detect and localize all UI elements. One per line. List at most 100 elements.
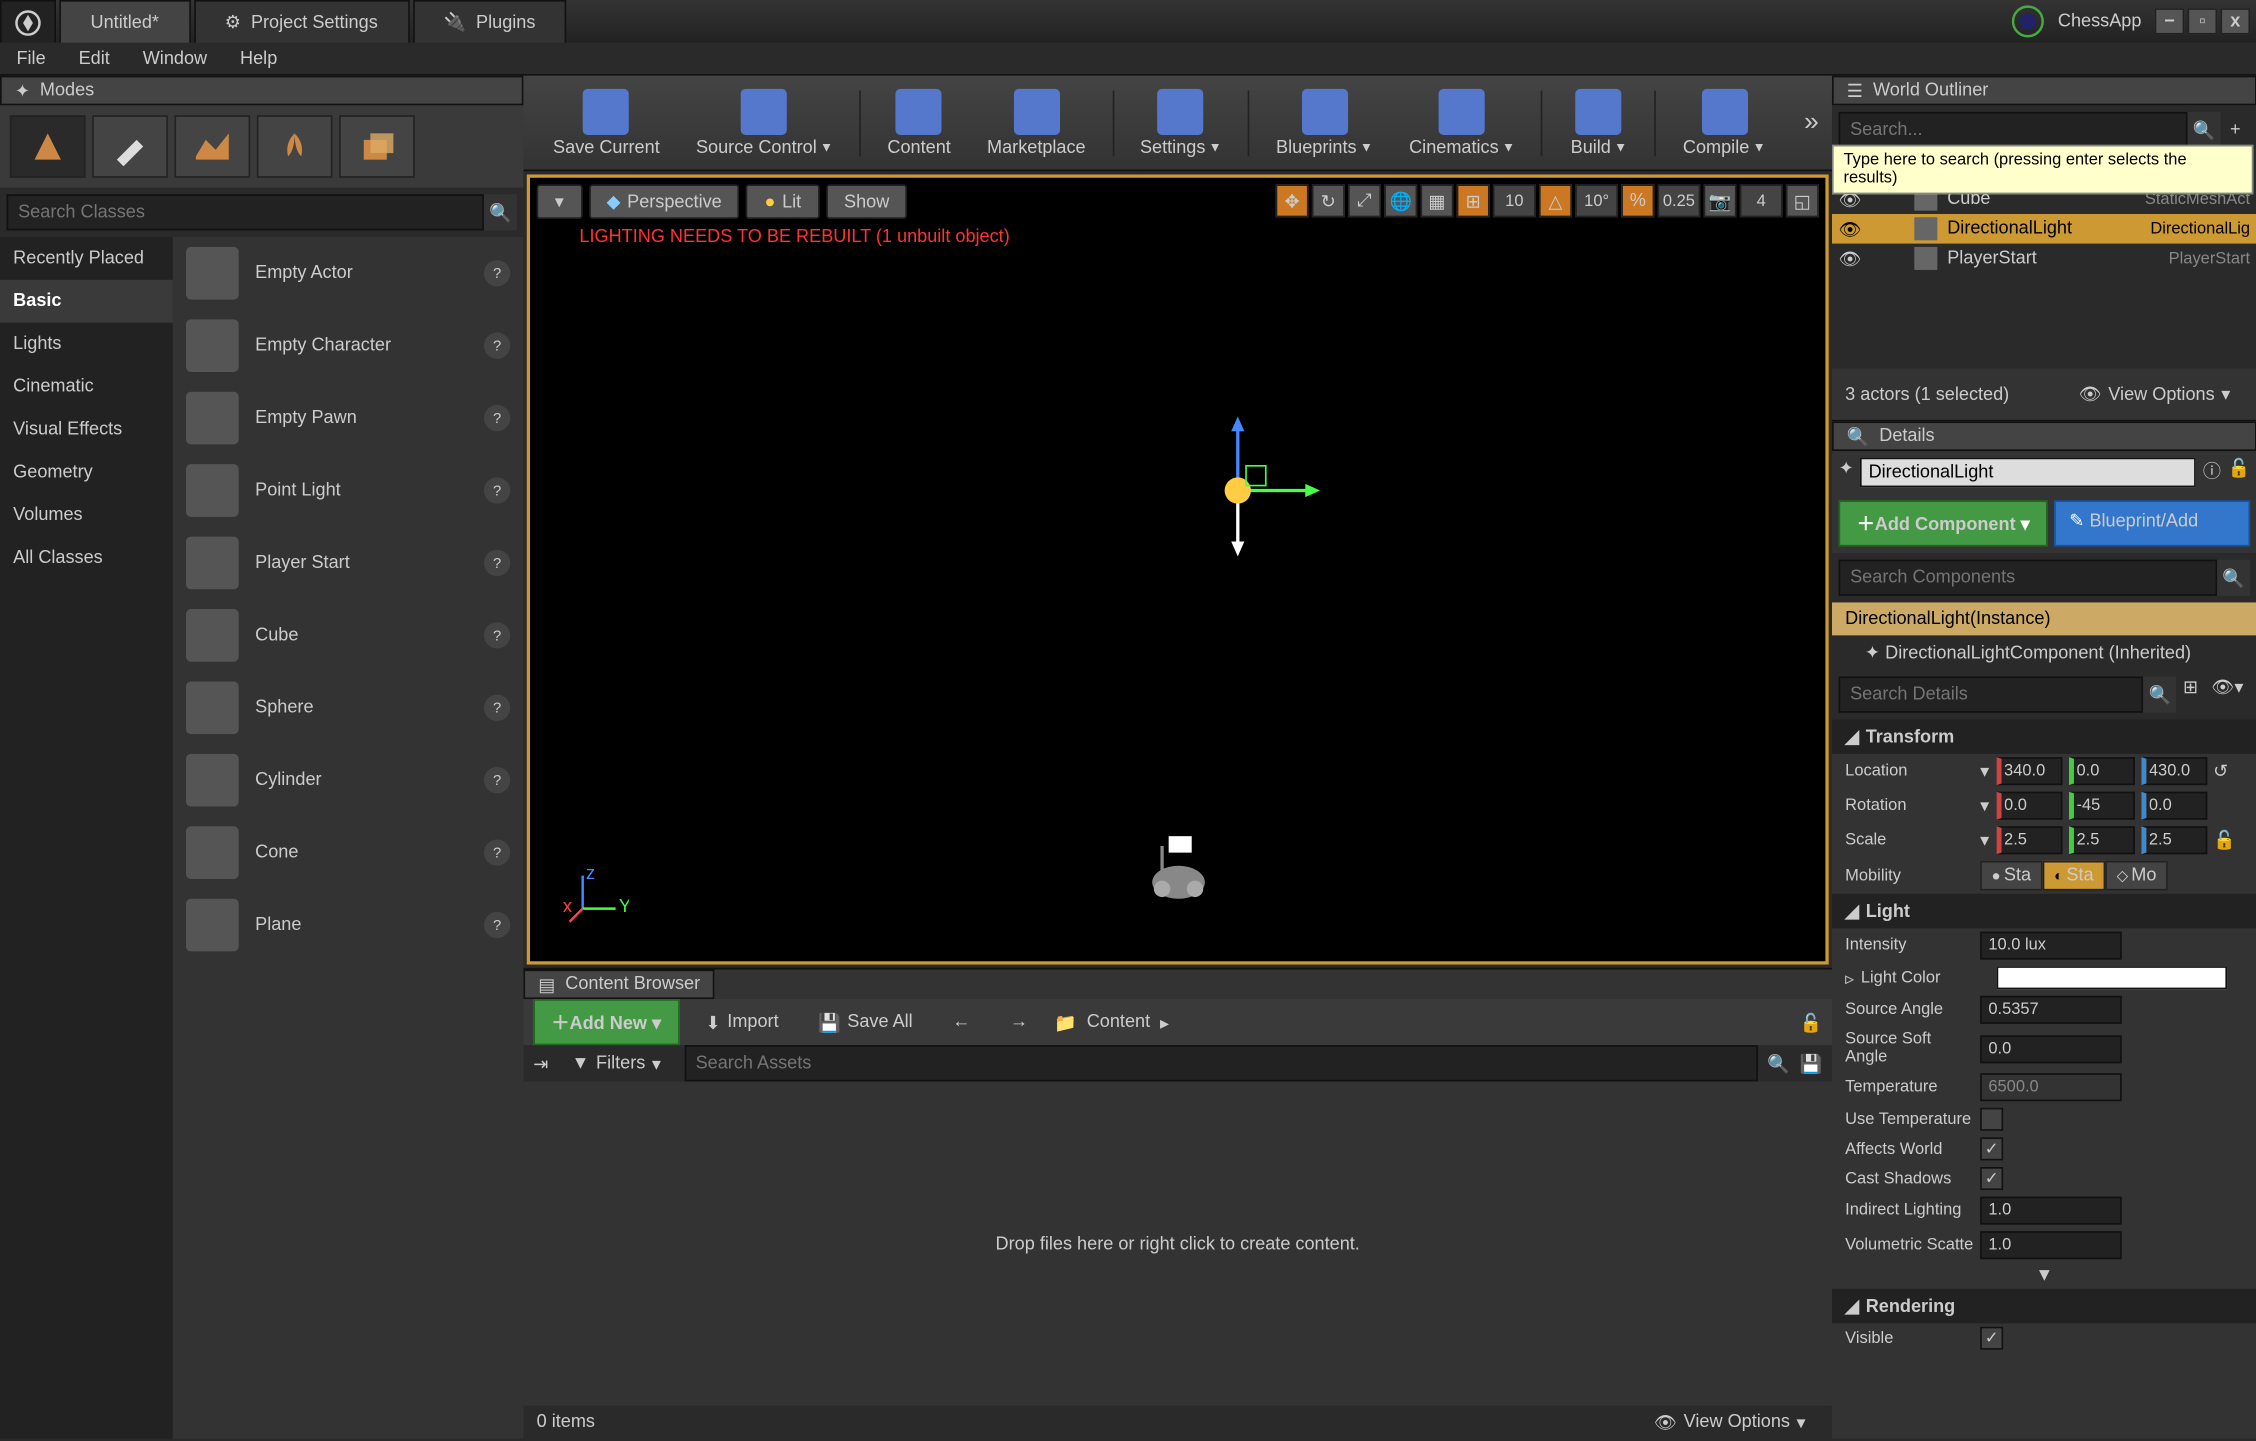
info-icon[interactable]: ? [484, 767, 510, 793]
info-icon[interactable]: ? [484, 332, 510, 358]
player-start-actor[interactable] [1139, 830, 1221, 912]
info-icon[interactable]: ? [484, 695, 510, 721]
source-angle-input[interactable] [1980, 996, 2122, 1024]
scale-y[interactable] [2068, 826, 2134, 854]
outliner-row-playerstart[interactable]: 👁PlayerStartPlayerStart [1832, 244, 2256, 274]
info-icon[interactable]: ? [484, 622, 510, 648]
tab-plugins[interactable]: 🔌Plugins [412, 0, 566, 43]
search-icon[interactable]: 🔍 [2144, 677, 2177, 713]
property-matrix-icon[interactable]: ⊞ [2176, 677, 2204, 713]
search-components-input[interactable] [1839, 560, 2218, 596]
lock-icon[interactable]: 🔓 [1800, 1011, 1823, 1032]
menu-window[interactable]: Window [126, 49, 223, 69]
placeable-cube[interactable]: Cube? [173, 599, 524, 671]
info-icon[interactable]: ? [484, 839, 510, 865]
category-visual-effects[interactable]: Visual Effects [0, 408, 173, 451]
category-geometry[interactable]: Geometry [0, 451, 173, 494]
indirect-input[interactable] [1980, 1197, 2122, 1225]
blueprint-button[interactable]: ✎ Blueprint/Add [2054, 500, 2250, 546]
mobility-static[interactable]: ● Sta [1980, 861, 2042, 891]
info-icon[interactable]: ? [484, 550, 510, 576]
category-lights[interactable]: Lights [0, 323, 173, 366]
details-tab[interactable]: 🔍Details [1832, 421, 2256, 451]
import-button[interactable]: ⬇Import [692, 1003, 791, 1041]
view-options-button[interactable]: 👁View Options▾ [1641, 1403, 1819, 1441]
placeable-empty-pawn[interactable]: Empty Pawn? [173, 382, 524, 454]
outliner-search-input[interactable] [1839, 112, 2188, 148]
tool-source-control[interactable]: Source Control▼ [679, 88, 849, 157]
cast-shadows-checkbox[interactable]: ✓ [1980, 1167, 2003, 1190]
filters-button[interactable]: ▼Filters▾ [558, 1044, 674, 1082]
angle-snap-value[interactable]: 10° [1575, 184, 1618, 217]
rotation-x[interactable] [1996, 792, 2062, 820]
ue-logo[interactable] [0, 0, 56, 43]
save-all-button[interactable]: 💾Save All [805, 1003, 926, 1041]
grid-snap-icon[interactable]: ⊞ [1457, 184, 1490, 217]
placeable-point-light[interactable]: Point Light? [173, 454, 524, 526]
save-search-icon[interactable]: 💾 [1800, 1053, 1823, 1074]
placeable-cone[interactable]: Cone? [173, 816, 524, 888]
modes-tab[interactable]: ✦Modes [0, 76, 523, 106]
placeable-cylinder[interactable]: Cylinder? [173, 744, 524, 816]
grid-snap-value[interactable]: 10 [1493, 184, 1536, 217]
nav-back[interactable]: ← [939, 1004, 983, 1040]
add-new-button[interactable]: ＋Add New ▾ [533, 999, 679, 1045]
volumetric-input[interactable] [1980, 1231, 2122, 1259]
temperature-input[interactable] [1980, 1073, 2122, 1101]
use-temp-checkbox[interactable] [1980, 1108, 2003, 1131]
transform-section[interactable]: ◢Transform [1832, 719, 2256, 754]
expand-section[interactable]: ▼ [1832, 1262, 2256, 1288]
breadcrumb[interactable]: 📁Content▸ [1054, 1011, 1169, 1032]
info-icon[interactable]: ? [484, 477, 510, 503]
search-details-input[interactable] [1839, 677, 2144, 713]
category-cinematic[interactable]: Cinematic [0, 365, 173, 408]
content-browser-tab[interactable]: ▤Content Browser [523, 969, 715, 999]
menu-help[interactable]: Help [224, 49, 294, 69]
tool-marketplace[interactable]: Marketplace [971, 88, 1103, 157]
component-row[interactable]: DirectionalLight(Instance) [1832, 602, 2256, 635]
placeable-empty-actor[interactable]: Empty Actor? [173, 237, 524, 309]
viewport-menu[interactable]: ▾ [537, 184, 582, 219]
add-component-button[interactable]: ＋Add Component ▾ [1839, 500, 2048, 546]
light-color-swatch[interactable] [1996, 966, 2226, 989]
location-x[interactable] [1996, 757, 2062, 785]
menu-file[interactable]: File [0, 49, 62, 69]
eye-icon[interactable]: 👁▾ [2205, 677, 2250, 713]
category-basic[interactable]: Basic [0, 280, 173, 323]
close-button[interactable]: x [2220, 8, 2250, 34]
viewport-lit[interactable]: ●Lit [746, 184, 819, 219]
scale-snap-icon[interactable]: % [1621, 184, 1654, 217]
add-actor-icon[interactable]: + [2220, 112, 2250, 148]
minimize-button[interactable]: − [2155, 8, 2185, 34]
category-volumes[interactable]: Volumes [0, 494, 173, 537]
category-recently-placed[interactable]: Recently Placed [0, 237, 173, 280]
outliner-view-options[interactable]: 👁View Options▾ [2066, 375, 2244, 413]
tool-content[interactable]: Content [871, 88, 967, 157]
rotation-y[interactable] [2068, 792, 2134, 820]
tool-cinematics[interactable]: Cinematics▼ [1393, 88, 1532, 157]
surface-snap-icon[interactable]: ▦ [1420, 184, 1453, 217]
scale-x[interactable] [1996, 826, 2062, 854]
menu-edit[interactable]: Edit [62, 49, 126, 69]
asset-view[interactable]: Drop files here or right click to create… [523, 1081, 1832, 1405]
rotate-icon[interactable]: ↻ [1312, 184, 1345, 217]
tool-settings[interactable]: Settings▼ [1123, 88, 1238, 157]
search-icon[interactable]: 🔍 [2188, 112, 2221, 148]
sources-toggle[interactable]: ⇥ [533, 1053, 548, 1074]
maximize-viewport-icon[interactable]: ◱ [1786, 184, 1819, 217]
camera-speed-value[interactable]: 4 [1740, 184, 1783, 217]
mode-place[interactable] [10, 115, 86, 178]
search-classes-input[interactable] [7, 194, 484, 230]
scale-z[interactable] [2141, 826, 2207, 854]
rendering-section[interactable]: ◢Rendering [1832, 1289, 2256, 1324]
placeable-sphere[interactable]: Sphere? [173, 672, 524, 744]
camera-speed-icon[interactable]: 📷 [1704, 184, 1737, 217]
mode-geometry[interactable] [339, 115, 415, 178]
viewport[interactable]: ▾ ◆Perspective ●Lit Show ✥ ↻ ⤢ 🌐 ▦ ⊞ 10 … [527, 174, 1829, 964]
info-icon[interactable]: ⓘ [2203, 458, 2221, 488]
location-z[interactable] [2141, 757, 2207, 785]
reset-icon[interactable]: ↺ [2213, 760, 2228, 781]
world-icon[interactable]: 🌐 [1384, 184, 1417, 217]
tab-project-settings[interactable]: ⚙Project Settings [194, 0, 409, 43]
transform-gizmo[interactable] [1188, 408, 1320, 540]
